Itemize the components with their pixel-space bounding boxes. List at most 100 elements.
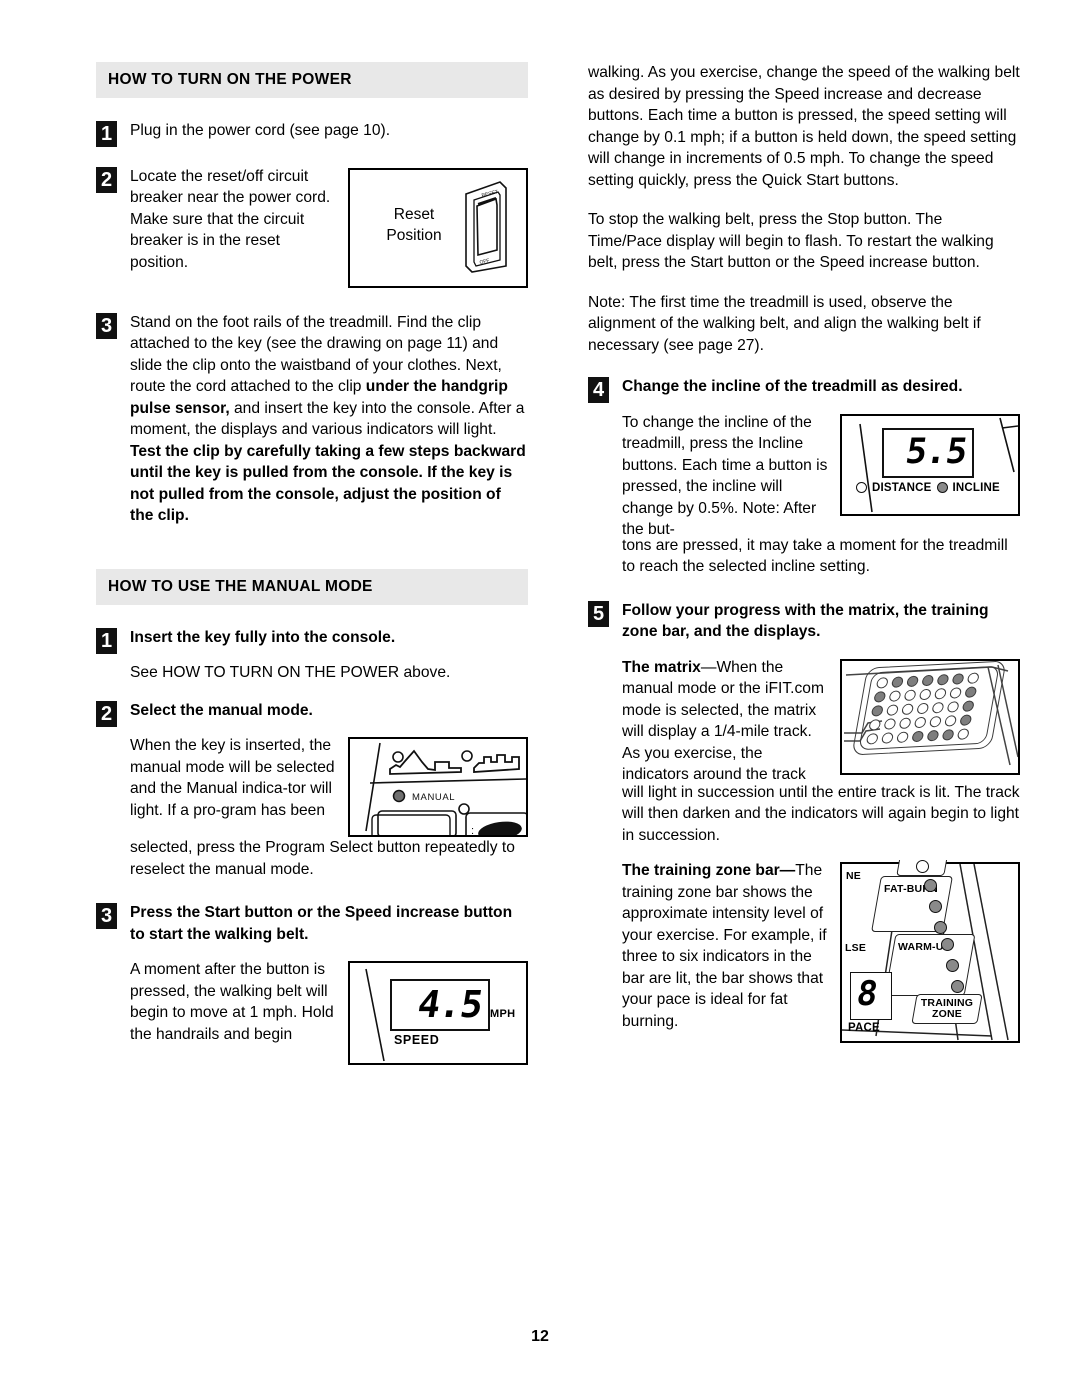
matrix-dot-1-1: [888, 689, 902, 702]
pace-lcd-box: 8: [850, 972, 892, 1020]
matrix-dot-0-5: [951, 672, 965, 685]
zone-led-5: [946, 959, 959, 972]
matrix-dot-2-1: [885, 703, 899, 716]
matrix-dot-2-5: [946, 700, 960, 713]
matrix-dot-3-4: [928, 715, 942, 727]
matrix-dot-4-2: [896, 730, 910, 743]
step-number: 1: [96, 627, 117, 654]
matrix-dot-0-4: [936, 673, 950, 686]
step-title: Change the incline of the treadmill as d…: [622, 378, 963, 395]
page-number: 12: [531, 1328, 549, 1345]
continuation-paragraph-1: walking. As you exercise, change the spe…: [588, 64, 1020, 189]
incline-led-label: INCLINE: [952, 481, 1000, 494]
section-heading-power: HOW TO TURN ON THE POWER: [96, 62, 528, 98]
step-number: 3: [96, 312, 117, 339]
speed-caption-label: SPEED: [394, 1033, 440, 1047]
distance-led-icon: [856, 482, 867, 493]
zone-paragraph: The training zone bar—The training zone …: [622, 860, 828, 1032]
step-number: 3: [96, 903, 117, 929]
matrix-paragraph: The matrix—When the manual mode or the i…: [622, 657, 828, 786]
zone-bold-label: The training zone bar—: [622, 862, 796, 879]
step-body-text-cont: tons are pressed, it may take a moment f…: [622, 536, 1008, 576]
continuation-paragraph-3: Note: The first time the treadmill is us…: [588, 293, 981, 354]
step-manual-2: 2 Select the manual mode. MANUAL: When …: [96, 700, 528, 881]
svg-text::: :: [471, 825, 474, 835]
matrix-dot-4-6: [956, 727, 970, 740]
step-text: Plug in the power cord (see page 10).: [130, 122, 391, 139]
matrix-dot-2-6: [961, 699, 975, 712]
matrix-dot-3-0: [868, 718, 882, 731]
reset-position-figure: Reset Position RESET OFF: [348, 167, 528, 288]
matrix-dot-1-3: [918, 688, 932, 700]
s3-bold2: Test the clip by carefully taking a few …: [130, 442, 526, 525]
matrix-dot-1-0: [873, 690, 887, 703]
matrix-dot-1-2: [903, 689, 917, 701]
matrix-dot-4-3: [911, 730, 925, 742]
matrix-dot-3-2: [898, 716, 912, 729]
matrix-row: [870, 699, 975, 717]
matrix-dot-2-0: [870, 704, 884, 717]
training-zone-figure: NE LSE FAT-BURN WARM-UP TRAINING ZONE 8 …: [840, 860, 1020, 1043]
matrix-dot-4-1: [880, 731, 894, 744]
matrix-text: —When the manual mode or the iFIT.com mo…: [622, 658, 824, 784]
matrix-dot-0-1: [890, 675, 904, 688]
step-power-1: 1 Plug in the power cord (see page 10).: [96, 120, 528, 147]
zone-led-4: [941, 938, 954, 951]
step-number: 5: [588, 600, 609, 627]
incline-display-figure: 5.5 DISTANCE INCLINE: [840, 413, 1020, 516]
step-text: Stand on the foot rails of the treadmill…: [130, 312, 528, 527]
step-body-text: To change the incline of the treadmill, …: [622, 413, 828, 539]
matrix-dot-0-6: [966, 671, 980, 684]
zone-pace-label: PACE: [848, 1022, 880, 1034]
matrix-dot-2-3: [916, 702, 930, 714]
zone-led-0: [916, 860, 929, 873]
reset-label-line2: Position: [386, 226, 442, 244]
matrix-row: [868, 713, 973, 731]
step-number: 4: [588, 377, 609, 403]
zone-led-1: [924, 879, 937, 892]
matrix-dot-4-4: [926, 729, 940, 741]
matrix-dot-0-3: [921, 674, 935, 686]
zone-led-6: [951, 980, 964, 993]
svg-text:MANUAL: MANUAL: [412, 792, 455, 803]
matrix-dot-0-2: [906, 675, 920, 687]
step-power-2: 2 Reset Position RESET OFF Locate the re…: [96, 166, 528, 294]
step-title: Press the Start button or the Speed incr…: [130, 904, 513, 943]
speed-unit-label: MPH: [490, 1008, 516, 1020]
matrix-dot-0-0: [875, 676, 889, 689]
console-illustration: MANUAL :: [365, 742, 528, 842]
zone-led-3: [934, 921, 947, 934]
manual-page: HOW TO TURN ON THE POWER 1 Plug in the p…: [0, 0, 1080, 1397]
step-power-3: 3 Stand on the foot rails of the treadmi…: [96, 312, 528, 527]
matrix-dot-3-1: [883, 717, 897, 730]
speed-value: 4.5: [414, 983, 486, 1026]
step-text: Locate the reset/off circuit breaker nea…: [130, 167, 331, 271]
step-number: 1: [96, 121, 117, 147]
step-body-text: See HOW TO TURN ON THE POWER above.: [130, 664, 451, 681]
distance-led-label: DISTANCE: [872, 481, 932, 494]
zone-pulse-label: LSE: [845, 942, 867, 954]
matrix-dot-3-5: [944, 714, 958, 727]
matrix-dot-1-6: [964, 685, 978, 698]
incline-led-row: DISTANCE INCLINE: [856, 482, 1000, 494]
matrix-dot-2-2: [901, 703, 915, 715]
matrix-dot-3-3: [913, 716, 927, 728]
matrix-paragraph-cont: will light in succession until the entir…: [622, 783, 1020, 844]
left-column: HOW TO TURN ON THE POWER 1 Plug in the p…: [96, 62, 528, 1087]
zone-led-2: [929, 900, 942, 913]
zone-trainingzone-label: TRAINING ZONE: [920, 998, 974, 1020]
step-body-text-cont: selected, press the Program Select butto…: [130, 839, 515, 878]
matrix-dot-1-5: [949, 686, 963, 699]
reset-position-label: Reset Position: [366, 204, 462, 246]
zone-text: The training zone bar shows the approxim…: [622, 862, 827, 1030]
matrix-dot-1-4: [933, 687, 947, 700]
matrix-row: [873, 685, 978, 703]
step-title: Follow your progress with the matrix, th…: [622, 601, 989, 641]
reset-label-line1: Reset: [393, 205, 435, 223]
speed-display-figure: 4.5 MPH SPEED: [348, 961, 528, 1065]
step-title: Insert the key fully into the console.: [130, 628, 396, 646]
step-manual-3: 3 Press the Start button or the Speed in…: [96, 902, 528, 1071]
matrix-dot-3-6: [959, 713, 973, 726]
manual-indicator-figure: MANUAL :: [348, 737, 528, 842]
speed-lcd-box: 4.5: [390, 979, 490, 1031]
